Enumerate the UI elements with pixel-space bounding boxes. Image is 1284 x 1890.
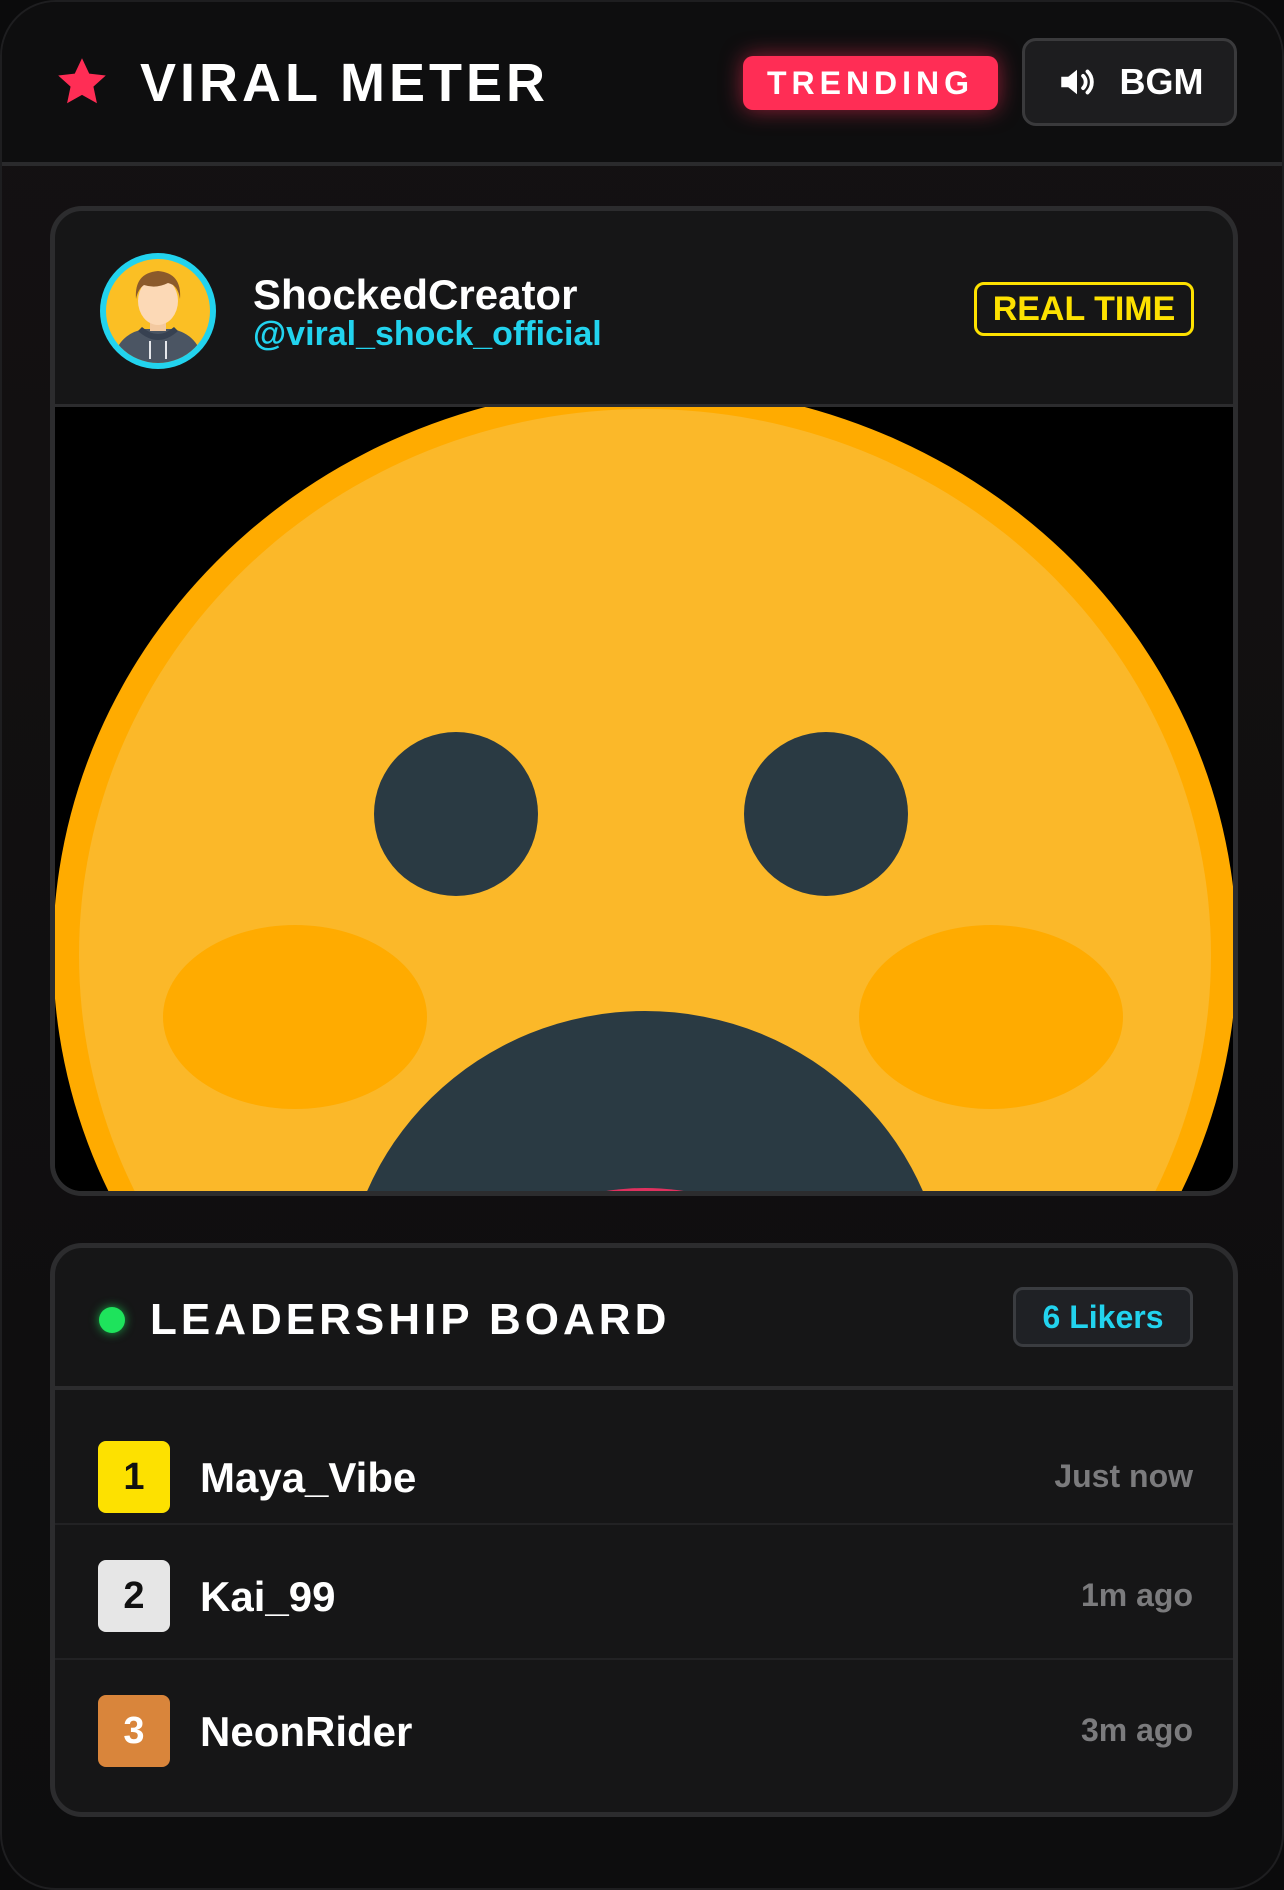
leaderboard-list: 1 Maya_Vibe Just now 2 Kai_99 1m ago 3 N…	[55, 1390, 1233, 1795]
rank-badge: 2	[98, 1560, 170, 1632]
rank-badge: 3	[98, 1695, 170, 1767]
liker-name[interactable]: NeonRider	[200, 1708, 412, 1756]
liked-time: Just now	[1054, 1458, 1193, 1494]
post-media[interactable]	[55, 407, 1233, 1191]
post-card: ShockedCreator @viral_shock_official REA…	[50, 206, 1238, 1196]
post-header: ShockedCreator @viral_shock_official REA…	[55, 211, 1233, 407]
realtime-badge: REAL TIME	[974, 282, 1194, 336]
liked-time: 3m ago	[1080, 1712, 1193, 1748]
likers-count-badge[interactable]: 6 Likers	[1013, 1287, 1193, 1347]
leaderboard-row[interactable]: 3 NeonRider 3m ago	[55, 1660, 1233, 1795]
app-title: VIRAL METER	[140, 53, 550, 113]
leaderboard-row[interactable]: 1 Maya_Vibe Just now	[55, 1390, 1233, 1525]
trending-badge: TRENDING	[743, 56, 998, 110]
viral-meter-app: VIRAL METER TRENDING BGM ShockedCreator …	[0, 0, 1284, 1890]
liker-name[interactable]: Kai_99	[200, 1573, 335, 1621]
live-indicator	[99, 1307, 125, 1333]
creator-handle[interactable]: @viral_shock_official	[253, 315, 602, 354]
leaderboard-header: LEADERSHIP BOARD 6 Likers	[55, 1248, 1233, 1390]
rank-badge: 1	[98, 1441, 170, 1513]
bgm-label: BGM	[1119, 61, 1204, 102]
leaderboard-title: LEADERSHIP BOARD	[150, 1295, 671, 1344]
top-bar: VIRAL METER TRENDING BGM	[2, 2, 1282, 166]
liker-name[interactable]: Maya_Vibe	[200, 1454, 416, 1502]
creator-avatar[interactable]	[98, 251, 218, 371]
leaderboard-card: LEADERSHIP BOARD 6 Likers 1 Maya_Vibe Ju…	[50, 1243, 1238, 1817]
bgm-toggle-button[interactable]: BGM	[1022, 38, 1237, 126]
liked-time: 1m ago	[1080, 1577, 1193, 1613]
star-icon	[58, 58, 106, 104]
shocked-face-emoji	[55, 407, 1233, 1191]
creator-name[interactable]: ShockedCreator	[253, 271, 577, 319]
speaker-icon	[1060, 69, 1094, 95]
leaderboard-row[interactable]: 2 Kai_99 1m ago	[55, 1525, 1233, 1660]
